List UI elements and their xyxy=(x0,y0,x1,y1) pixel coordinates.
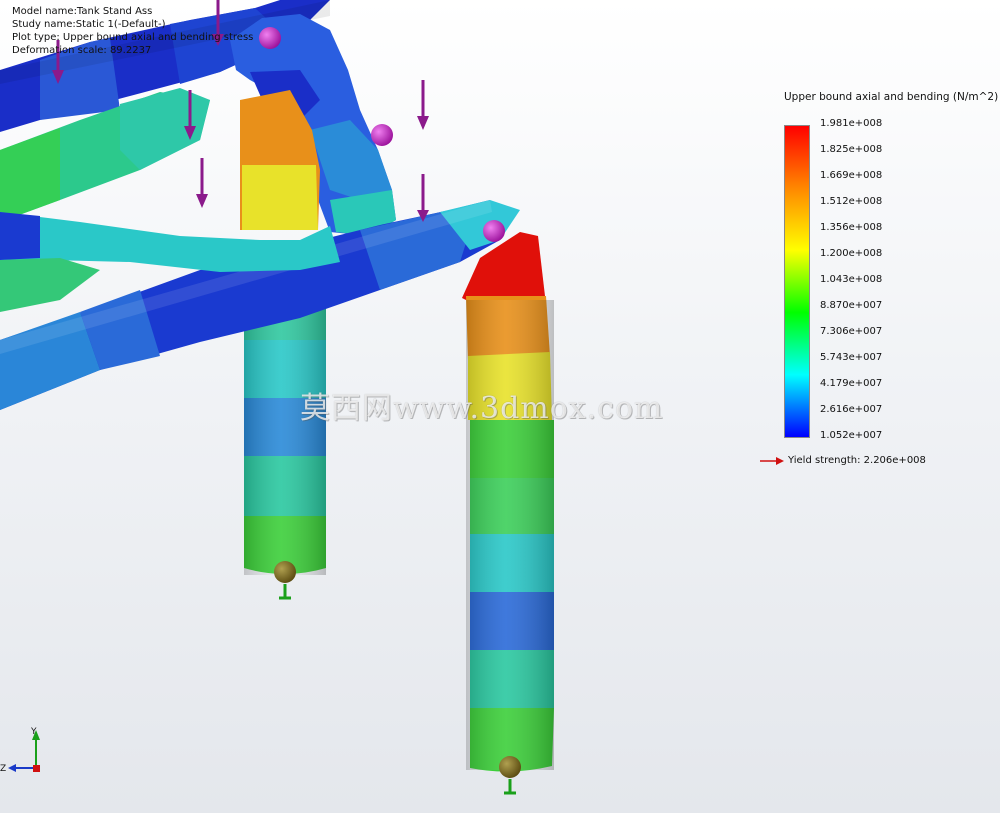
colorbar-tick: 1.200e+008 xyxy=(820,248,883,259)
study-name-text: Study name:Static 1(-Default-) xyxy=(12,19,166,30)
colorbar-tick: 1.669e+008 xyxy=(820,170,883,181)
colorbar-tick: 1.356e+008 xyxy=(820,222,883,233)
colorbar-tick: 5.743e+007 xyxy=(820,352,883,363)
fixed-support-right xyxy=(499,756,521,795)
colorbar-tick: 1.512e+008 xyxy=(820,196,883,207)
model-name-text: Model name:Tank Stand Ass xyxy=(12,6,153,17)
left-leg xyxy=(240,90,326,575)
colorbar-tick: 8.870e+007 xyxy=(820,300,883,311)
deformation-scale-text: Deformation scale: 89.2237 xyxy=(12,45,152,56)
coordinate-triad: Y Z xyxy=(0,727,40,774)
colorbar-tick: 2.616e+007 xyxy=(820,404,883,415)
colorbar-tick: 1.825e+008 xyxy=(820,144,883,155)
right-leg xyxy=(462,232,554,772)
triad-y-label: Y xyxy=(30,727,37,737)
watermark-text: 莫西网www.3dmox.com xyxy=(300,391,664,426)
triad-z-label: Z xyxy=(0,764,6,774)
colorbar-tick: 1.043e+008 xyxy=(820,274,883,285)
yield-strength-label: Yield strength: 2.206e+008 xyxy=(788,455,926,466)
colorbar-tick: 4.179e+007 xyxy=(820,378,883,389)
yield-arrow-icon xyxy=(760,456,784,465)
fixed-support-left xyxy=(274,561,296,600)
colorbar-tick: 1.052e+007 xyxy=(820,430,883,441)
stress-colorbar xyxy=(784,125,810,438)
colorbar-tick: 1.981e+008 xyxy=(820,118,883,129)
study-info-block: Model name:Tank Stand Ass Study name:Sta… xyxy=(12,5,253,57)
legend-title: Upper bound axial and bending (N/m^2) xyxy=(784,91,999,103)
plot-type-text: Plot type: Upper bound axial and bending… xyxy=(12,32,254,43)
yield-strength-row: Yield strength: 2.206e+008 xyxy=(760,455,926,466)
colorbar-tick: 7.306e+007 xyxy=(820,326,883,337)
